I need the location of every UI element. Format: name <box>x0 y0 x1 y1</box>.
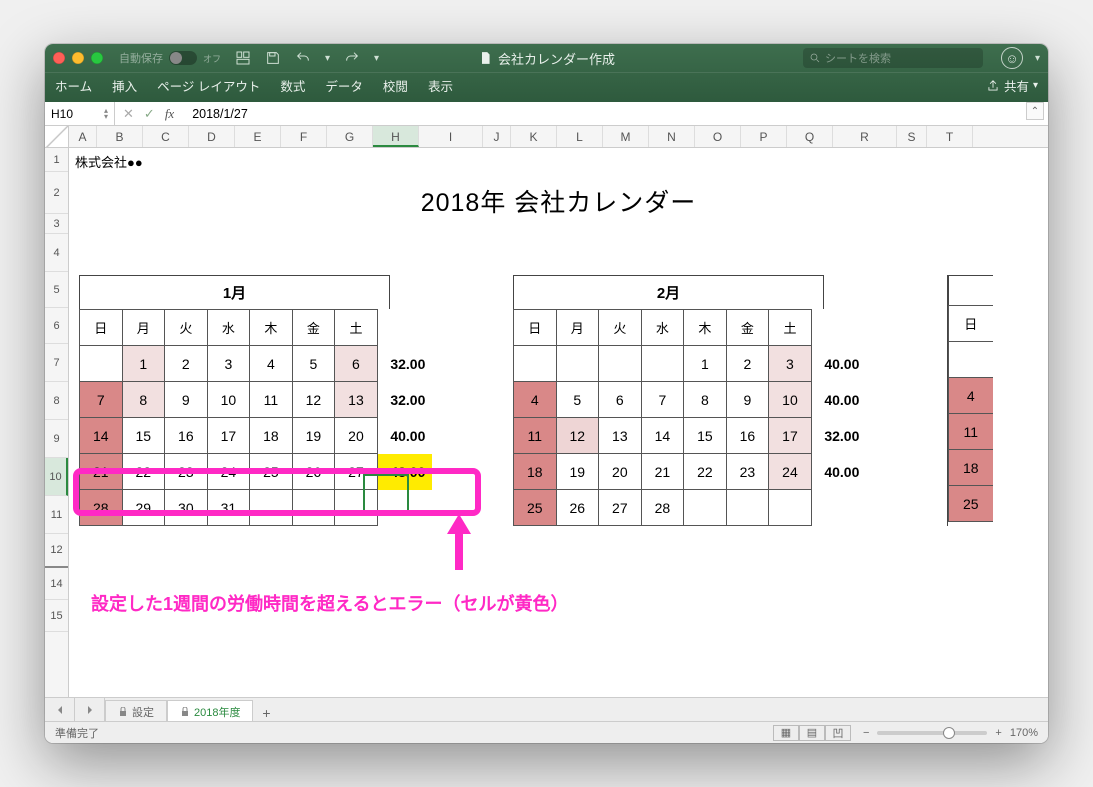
ribbon-tabs: ホーム 挿入 ページ レイアウト 数式 データ 校閲 表示 共有 ▾ <box>45 72 1048 98</box>
add-sheet-button[interactable]: + <box>253 705 279 721</box>
lock-icon <box>180 707 190 717</box>
annotation-text: 設定した1週間の労働時間を超えるとエラー（セルが黄色） <box>91 590 568 616</box>
lock-icon <box>118 707 128 717</box>
autosave-toggle[interactable]: 自動保存 オフ <box>119 50 221 66</box>
chevron-down-icon[interactable]: ▾ <box>1035 53 1040 64</box>
sheet-tabs-bar: 設定 2018年度 + <box>45 697 1048 721</box>
zoom-level[interactable]: 170% <box>1010 727 1038 739</box>
share-icon <box>986 79 1000 93</box>
titlebar: 自動保存 オフ ▾ ▾ 会社カレンダー作成 シートを検索 ☺ ▾ <box>45 44 1048 102</box>
chevron-down-icon[interactable]: ▾ <box>374 53 379 64</box>
zoom-control[interactable]: − + 170% <box>863 727 1038 739</box>
enter-icon[interactable]: ✓ <box>144 106 155 122</box>
autosave-state: オフ <box>203 52 221 65</box>
name-box[interactable]: H10 ▴▾ <box>45 102 115 125</box>
cancel-icon[interactable]: ✕ <box>123 106 134 122</box>
status-ready: 準備完了 <box>55 725 99 741</box>
quick-access-toolbar: ▾ ▾ <box>235 50 379 66</box>
zoom-out-button[interactable]: − <box>863 727 869 739</box>
month-january: 1月 日月火水木金土 12345632.00 7891011121332.00 <box>79 275 433 526</box>
fx-icon[interactable]: fx <box>165 106 174 122</box>
view-pagelayout-icon[interactable]: ▤ <box>799 725 825 741</box>
row-headers[interactable]: 1 2 3 4 5 6 7 8 9 10 11 12 14 15 <box>45 148 69 697</box>
zoom-slider[interactable] <box>877 731 987 735</box>
tab-view[interactable]: 表示 <box>428 76 453 95</box>
close-icon[interactable] <box>53 52 65 64</box>
view-pagebreak-icon[interactable]: 凹 <box>825 725 851 741</box>
switch-icon[interactable] <box>169 51 197 65</box>
view-normal-icon[interactable]: ▦ <box>773 725 799 741</box>
search-input[interactable]: シートを検索 <box>803 48 983 68</box>
window-controls[interactable] <box>53 52 103 64</box>
tab-pagelayout[interactable]: ページ レイアウト <box>157 76 260 95</box>
zoom-in-button[interactable]: + <box>995 727 1001 739</box>
annotation-arrow-icon <box>445 514 473 575</box>
tab-scroll-left[interactable] <box>45 698 75 721</box>
calendar-title: 2018年 会社カレンダー <box>69 171 1048 223</box>
formula-input[interactable]: 2018/1/27 <box>182 107 1048 121</box>
tab-review[interactable]: 校閲 <box>383 76 408 95</box>
tab-insert[interactable]: 挿入 <box>112 76 137 95</box>
tab-scroll-right[interactable] <box>75 698 105 721</box>
collapse-ribbon-icon[interactable]: ⌃ <box>1026 102 1044 120</box>
redo-icon[interactable] <box>344 50 360 66</box>
chevron-down-icon[interactable]: ▾ <box>325 53 330 64</box>
view-switcher[interactable]: ▦ ▤ 凹 <box>773 725 851 741</box>
minimize-icon[interactable] <box>72 52 84 64</box>
hours-error-cell: 48.00 <box>377 454 432 490</box>
user-icon[interactable]: ☺ <box>1001 47 1023 69</box>
status-bar: 準備完了 ▦ ▤ 凹 − + 170% <box>45 721 1048 743</box>
undo-icon[interactable] <box>295 50 311 66</box>
cell-grid[interactable]: 株式会社●● 2018年 会社カレンダー 1月 日月火水木金土 1234 <box>69 148 1048 697</box>
tab-data[interactable]: データ <box>325 76 363 95</box>
sheet-tab-2018[interactable]: 2018年度 <box>167 700 253 722</box>
month-february: 2月 日月火水木金土 12340.00 4567891040.00 <box>513 275 867 526</box>
document-icon <box>478 51 492 65</box>
save-icon[interactable] <box>265 50 281 66</box>
home-icon[interactable] <box>235 50 251 66</box>
share-button[interactable]: 共有 ▾ <box>986 76 1038 95</box>
company-name: 株式会社●● <box>69 148 1048 171</box>
fullscreen-icon[interactable] <box>91 52 103 64</box>
autosave-label: 自動保存 <box>119 50 163 66</box>
app-window: 自動保存 オフ ▾ ▾ 会社カレンダー作成 シートを検索 ☺ ▾ <box>45 44 1048 743</box>
tab-formulas[interactable]: 数式 <box>280 76 305 95</box>
tab-home[interactable]: ホーム <box>55 76 92 95</box>
select-all-corner[interactable] <box>45 126 69 147</box>
sheet-tab-settings[interactable]: 設定 <box>105 700 167 722</box>
formula-bar: H10 ▴▾ ✕ ✓ fx 2018/1/27 <box>45 102 1048 126</box>
search-icon <box>809 52 821 64</box>
document-title: 会社カレンダー作成 <box>478 49 615 68</box>
month-march-partial: 日 4 11 18 25 <box>947 275 993 526</box>
column-headers[interactable]: A B C D E F G H I J K L M N O P Q R S T <box>45 126 1048 148</box>
